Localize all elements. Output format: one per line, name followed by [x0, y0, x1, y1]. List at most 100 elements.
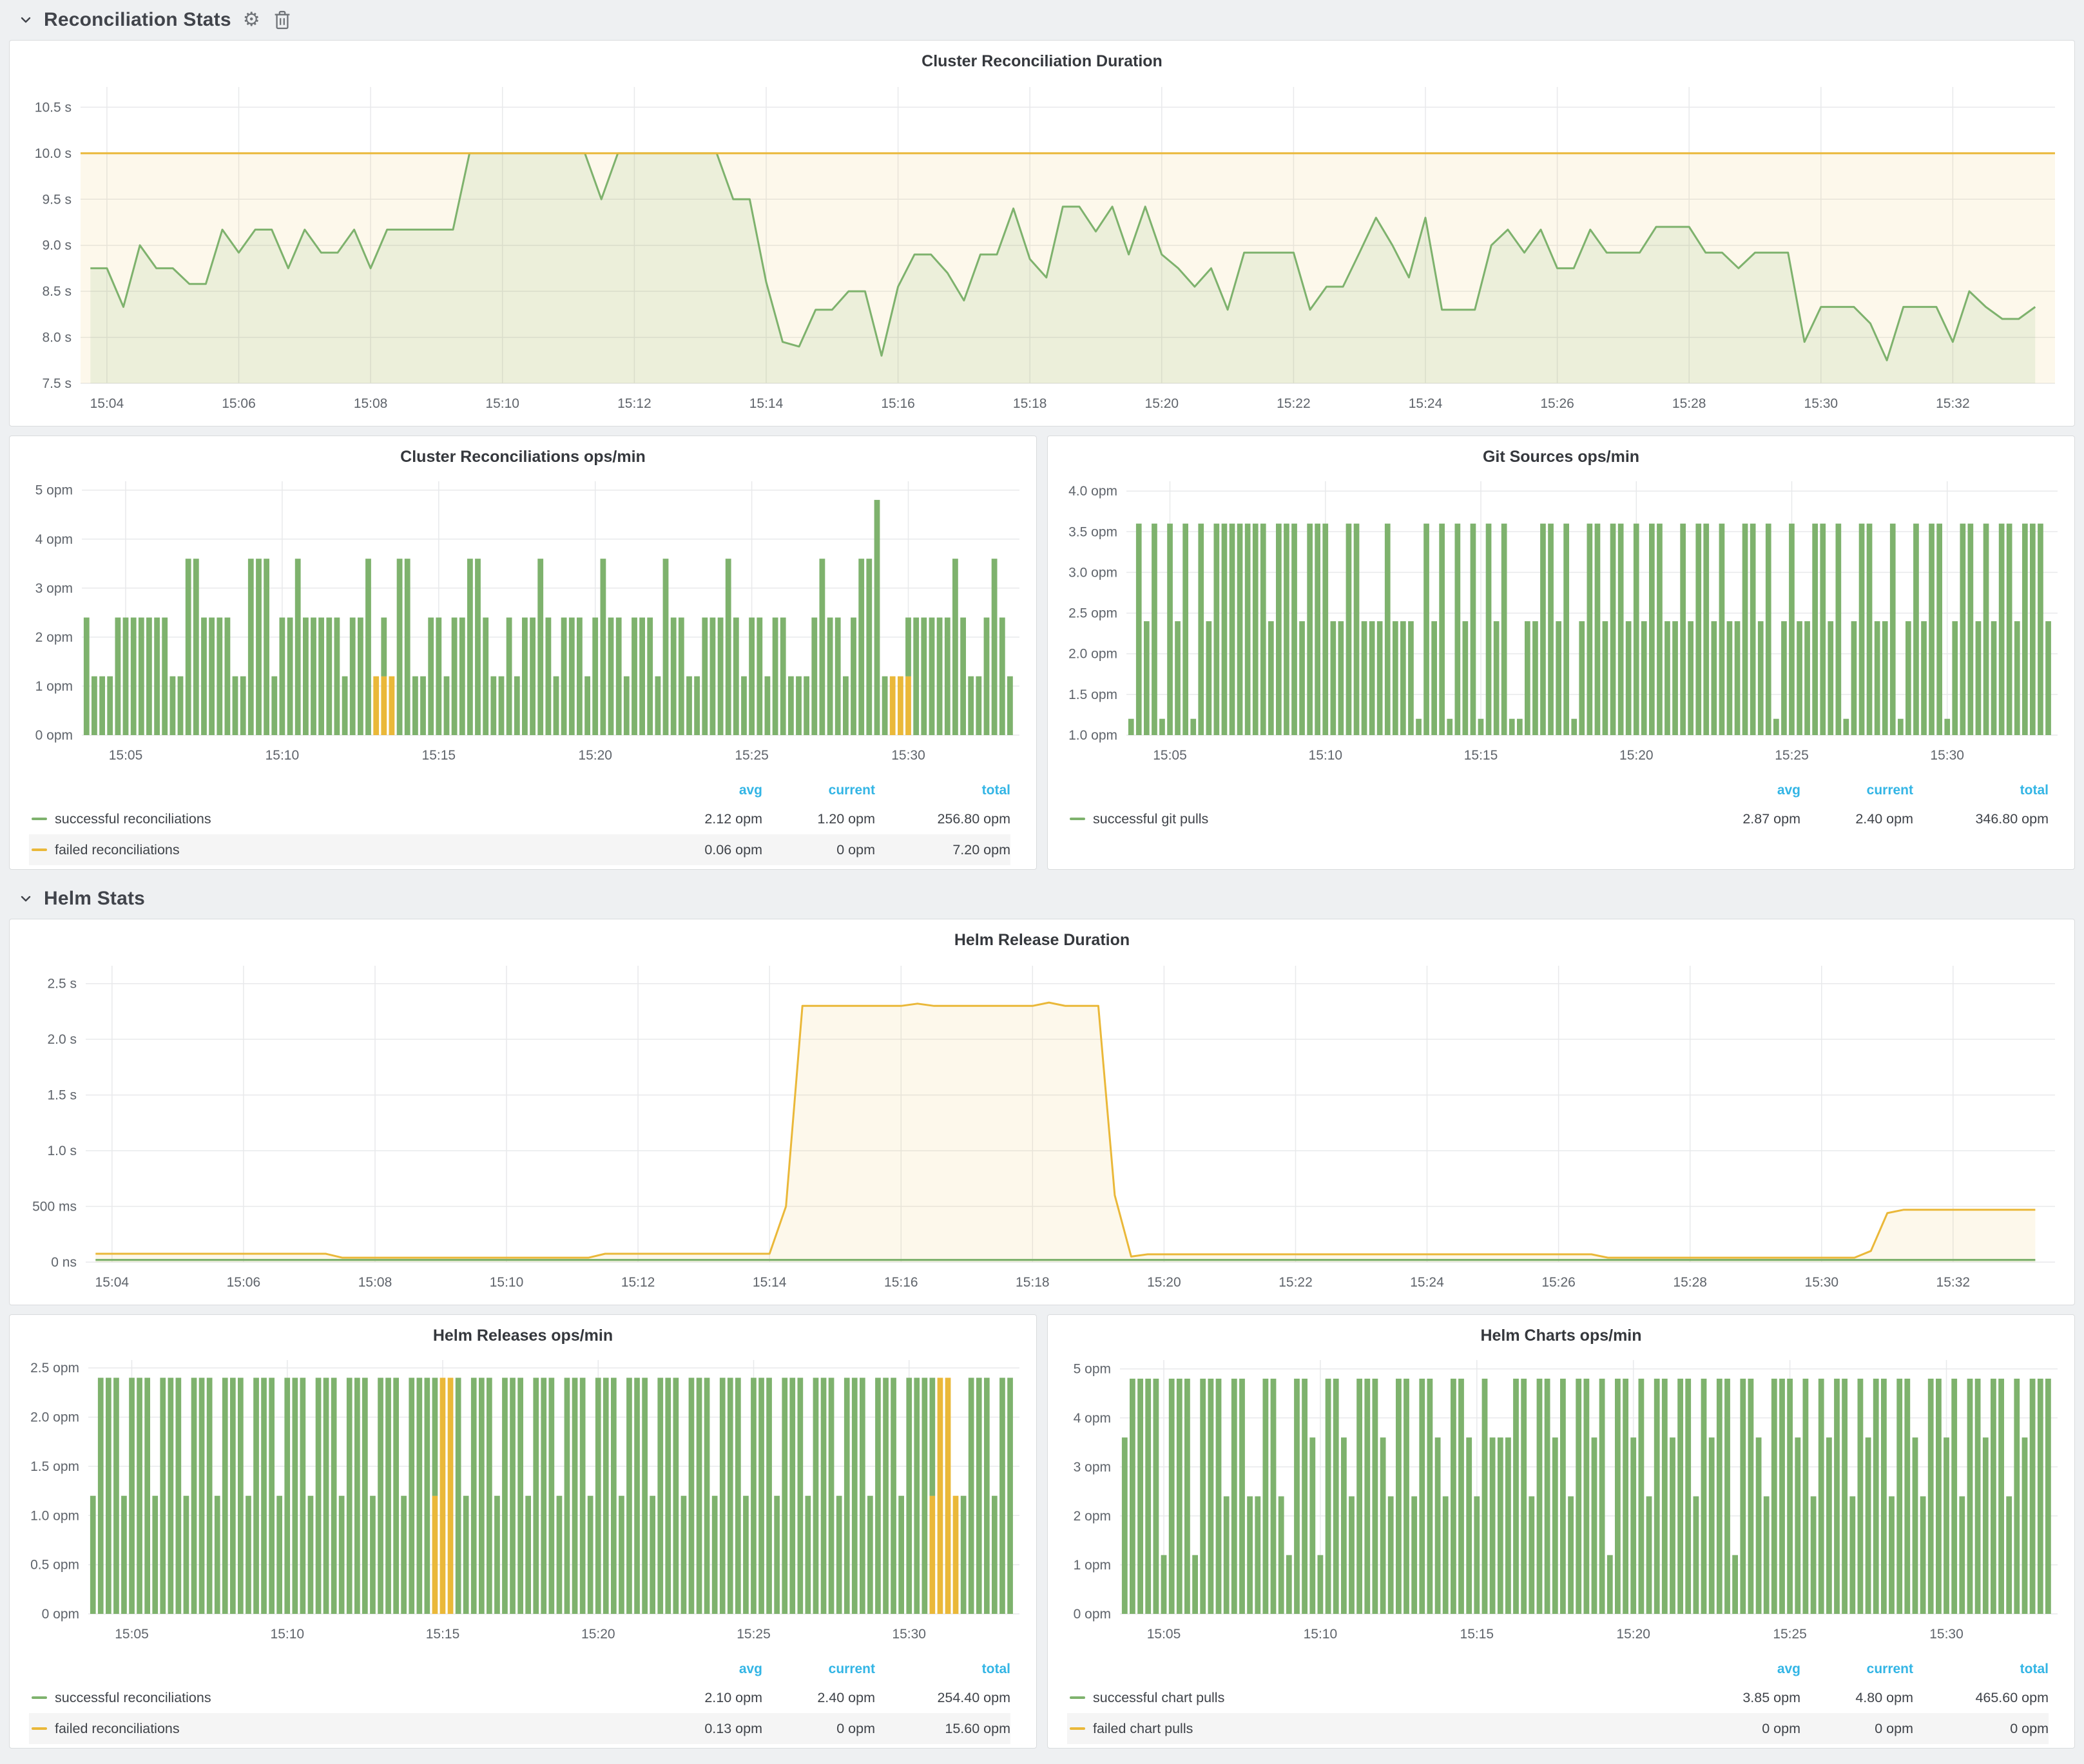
- series-total: 465.60 opm: [1913, 1690, 2049, 1706]
- legend-col-current[interactable]: current: [762, 783, 875, 798]
- svg-text:15:04: 15:04: [90, 396, 124, 411]
- series-marker: [32, 848, 47, 851]
- svg-text:15:25: 15:25: [1775, 748, 1809, 763]
- svg-text:0 opm: 0 opm: [42, 1607, 79, 1622]
- gear-icon[interactable]: ⚙: [242, 9, 262, 31]
- svg-text:15:15: 15:15: [422, 748, 456, 763]
- legend: avg current total successful reconciliat…: [10, 1655, 1036, 1748]
- chevron-down-icon: [18, 12, 34, 28]
- helm-release-duration-chart[interactable]: 0 ns500 ms1.0 s1.5 s2.0 s2.5 s15:0415:06…: [10, 957, 2074, 1305]
- series-name[interactable]: successful reconciliations: [55, 811, 211, 827]
- legend-col-avg[interactable]: avg: [1691, 1662, 1800, 1677]
- cluster-reconciliation-duration-chart[interactable]: 7.5 s8.0 s8.5 s9.0 s9.5 s10.0 s10.5 s15:…: [10, 78, 2074, 426]
- panel-title[interactable]: Git Sources ops/min: [1048, 440, 2074, 474]
- svg-text:15:30: 15:30: [891, 748, 925, 763]
- legend-col-total[interactable]: total: [1913, 1662, 2049, 1677]
- series-current: 2.40 opm: [762, 1690, 875, 1706]
- helm-charts-opm-chart[interactable]: 0 opm1 opm2 opm3 opm4 opm5 opm15:0515:10…: [1048, 1352, 2074, 1655]
- panel-title[interactable]: Cluster Reconciliation Duration: [10, 44, 2074, 78]
- svg-text:3.0 opm: 3.0 opm: [1068, 565, 1117, 580]
- svg-text:5 opm: 5 opm: [35, 483, 73, 498]
- legend-row-successful-reconciliations[interactable]: successful reconciliations 2.10 opm 2.40…: [29, 1682, 1010, 1713]
- section-header-helm-stats[interactable]: Helm Stats: [9, 879, 2075, 919]
- panel-title[interactable]: Helm Releases ops/min: [10, 1319, 1036, 1352]
- svg-text:15:20: 15:20: [578, 748, 612, 763]
- legend-col-total[interactable]: total: [875, 783, 1010, 798]
- legend-row-failed-chart-pulls[interactable]: failed chart pulls 0 opm 0 opm 0 opm: [1067, 1713, 2049, 1744]
- svg-text:0.5 opm: 0.5 opm: [30, 1558, 79, 1573]
- panel-title[interactable]: Cluster Reconciliations ops/min: [10, 440, 1036, 474]
- svg-text:15:24: 15:24: [1409, 396, 1443, 411]
- panel-git-sources-opm: Git Sources ops/min 1.0 opm1.5 opm2.0 op…: [1047, 436, 2075, 870]
- legend-row-successful-chart-pulls[interactable]: successful chart pulls 3.85 opm 4.80 opm…: [1067, 1682, 2049, 1713]
- svg-text:15:32: 15:32: [1936, 396, 1970, 411]
- section-header-reconciliation-stats[interactable]: Reconciliation Stats ⚙: [9, 0, 2075, 40]
- svg-text:15:25: 15:25: [1773, 1627, 1807, 1642]
- helm-releases-opm-chart[interactable]: 0 opm0.5 opm1.0 opm1.5 opm2.0 opm2.5 opm…: [10, 1352, 1036, 1655]
- series-current: 0 opm: [762, 842, 875, 858]
- svg-text:15:20: 15:20: [581, 1627, 615, 1642]
- series-current: 2.40 opm: [1800, 811, 1913, 827]
- legend-col-total[interactable]: total: [1913, 783, 2049, 798]
- svg-text:15:22: 15:22: [1277, 396, 1311, 411]
- series-name[interactable]: successful git pulls: [1093, 811, 1208, 827]
- svg-text:2.0 opm: 2.0 opm: [30, 1410, 79, 1425]
- git-sources-opm-chart[interactable]: 1.0 opm1.5 opm2.0 opm2.5 opm3.0 opm3.5 o…: [1048, 474, 2074, 776]
- svg-text:15:15: 15:15: [1464, 748, 1498, 763]
- svg-text:15:18: 15:18: [1016, 1275, 1050, 1290]
- svg-text:15:05: 15:05: [109, 748, 143, 763]
- panel-title[interactable]: Helm Charts ops/min: [1048, 1319, 2074, 1352]
- svg-text:15:30: 15:30: [892, 1627, 926, 1642]
- legend-col-current[interactable]: current: [1800, 783, 1913, 798]
- cluster-reconciliations-opm-chart[interactable]: 0 opm1 opm2 opm3 opm4 opm5 opm15:0515:10…: [10, 474, 1036, 776]
- series-name[interactable]: failed reconciliations: [55, 1721, 180, 1737]
- svg-text:15:14: 15:14: [753, 1275, 787, 1290]
- svg-text:8.0 s: 8.0 s: [42, 331, 72, 345]
- svg-text:15:28: 15:28: [1672, 396, 1706, 411]
- panel-title[interactable]: Helm Release Duration: [10, 923, 2074, 957]
- series-current: 0 opm: [1800, 1721, 1913, 1737]
- legend-row-failed-reconciliations[interactable]: failed reconciliations 0.06 opm 0 opm 7.…: [29, 834, 1010, 865]
- legend-col-current[interactable]: current: [762, 1662, 875, 1677]
- svg-text:0 ns: 0 ns: [51, 1255, 77, 1270]
- svg-text:500 ms: 500 ms: [32, 1200, 77, 1214]
- svg-text:15:04: 15:04: [95, 1275, 130, 1290]
- legend-col-current[interactable]: current: [1800, 1662, 1913, 1677]
- svg-text:15:10: 15:10: [1309, 748, 1343, 763]
- series-current: 1.20 opm: [762, 811, 875, 827]
- legend-col-avg[interactable]: avg: [653, 1662, 762, 1677]
- svg-text:2.5 s: 2.5 s: [47, 977, 77, 992]
- svg-text:2.5 opm: 2.5 opm: [30, 1361, 79, 1376]
- svg-text:3 opm: 3 opm: [35, 581, 73, 596]
- svg-text:7.5 s: 7.5 s: [42, 376, 72, 391]
- series-name[interactable]: failed reconciliations: [55, 842, 180, 858]
- svg-text:1.5 s: 1.5 s: [47, 1088, 77, 1103]
- legend-row-successful-git-pulls[interactable]: successful git pulls 2.87 opm 2.40 opm 3…: [1067, 803, 2049, 834]
- series-marker: [1070, 1727, 1085, 1730]
- svg-text:15:30: 15:30: [1929, 1627, 1963, 1642]
- svg-text:15:25: 15:25: [735, 748, 769, 763]
- svg-text:1.0 opm: 1.0 opm: [1068, 728, 1117, 743]
- legend: avg current total successful reconciliat…: [10, 776, 1036, 869]
- legend-row-failed-reconciliations[interactable]: failed reconciliations 0.13 opm 0 opm 15…: [29, 1713, 1010, 1744]
- series-name[interactable]: successful reconciliations: [55, 1690, 211, 1706]
- legend-header: avg current total: [1067, 778, 2049, 803]
- legend-col-total[interactable]: total: [875, 1662, 1010, 1677]
- series-name[interactable]: successful chart pulls: [1093, 1690, 1224, 1706]
- legend-row-successful-reconciliations[interactable]: successful reconciliations 2.12 opm 1.20…: [29, 803, 1010, 834]
- series-total: 0 opm: [1913, 1721, 2049, 1737]
- series-avg: 0.06 opm: [653, 842, 762, 858]
- series-marker: [32, 1696, 47, 1699]
- svg-text:15:20: 15:20: [1147, 1275, 1181, 1290]
- legend-col-avg[interactable]: avg: [1691, 783, 1800, 798]
- panel-helm-release-duration: Helm Release Duration 0 ns 500 ms 1.0 s 1.5…: [9, 919, 2075, 1305]
- svg-text:1.0 opm: 1.0 opm: [30, 1508, 79, 1523]
- series-name[interactable]: failed chart pulls: [1093, 1721, 1193, 1737]
- svg-text:15:30: 15:30: [1804, 396, 1838, 411]
- trash-icon[interactable]: [272, 8, 293, 32]
- svg-text:15:14: 15:14: [749, 396, 784, 411]
- svg-text:15:06: 15:06: [222, 396, 256, 411]
- legend-col-avg[interactable]: avg: [653, 783, 762, 798]
- svg-text:1.0 s: 1.0 s: [47, 1144, 77, 1158]
- section-title: Reconciliation Stats: [44, 9, 231, 31]
